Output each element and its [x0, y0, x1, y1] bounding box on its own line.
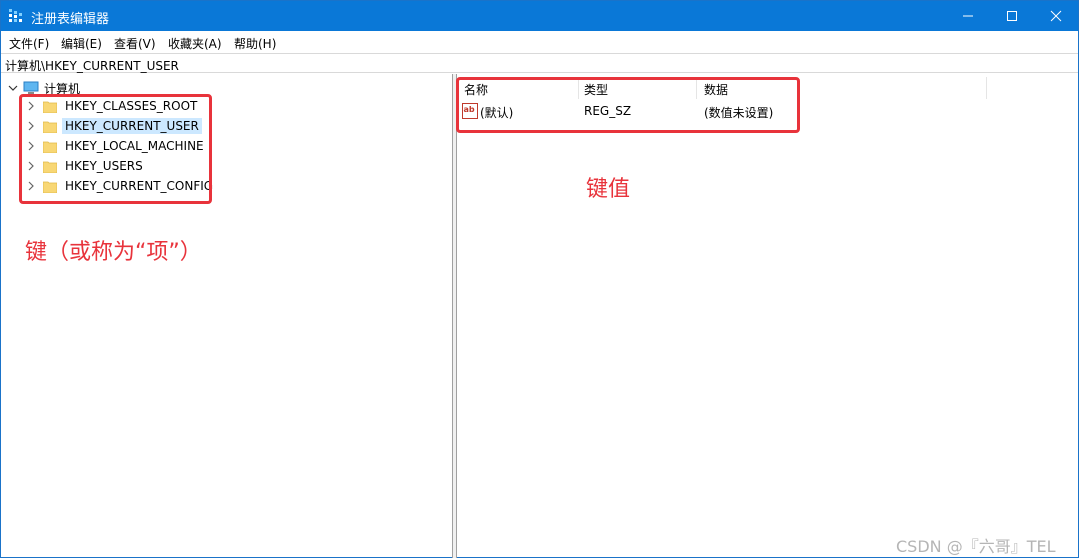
- maximize-button[interactable]: [989, 1, 1035, 31]
- chevron-down-icon[interactable]: [7, 82, 19, 94]
- address-bar[interactable]: 计算机\HKEY_CURRENT_USER: [1, 53, 1078, 73]
- menu-edit[interactable]: 编辑(E): [61, 35, 102, 52]
- minimize-button[interactable]: [945, 1, 991, 31]
- maximize-icon: [1007, 11, 1017, 21]
- minimize-icon: [963, 15, 973, 17]
- annotation-box-keys: [19, 94, 212, 204]
- computer-icon: [23, 81, 39, 94]
- menu-favorites[interactable]: 收藏夹(A): [168, 35, 222, 52]
- annotation-label-keys: 键（或称为“项”）: [25, 240, 202, 265]
- annotation-label-values: 键值: [586, 177, 631, 202]
- address-path[interactable]: 计算机\HKEY_CURRENT_USER: [5, 57, 179, 74]
- watermark: CSDN @『六哥』TEL: [896, 537, 1056, 556]
- registry-editor-icon: [9, 9, 22, 22]
- menu-bar: 文件(F) 编辑(E) 查看(V) 收藏夹(A) 帮助(H): [1, 31, 1078, 53]
- close-icon: [1050, 10, 1062, 22]
- values-pane[interactable]: 名称 类型 数据 ab (默认) REG_SZ (数值未设置): [457, 74, 1078, 558]
- close-button[interactable]: [1033, 1, 1079, 31]
- menu-view[interactable]: 查看(V): [114, 35, 156, 52]
- title-bar[interactable]: 注册表编辑器: [1, 1, 1078, 31]
- registry-editor-window: 注册表编辑器 文件(F) 编辑(E) 查看(V) 收藏夹(A) 帮助(H) 计算…: [0, 0, 1079, 558]
- annotation-box-values: [456, 77, 800, 133]
- window-title: 注册表编辑器: [31, 12, 110, 27]
- menu-file[interactable]: 文件(F): [9, 35, 49, 52]
- menu-help[interactable]: 帮助(H): [234, 35, 276, 52]
